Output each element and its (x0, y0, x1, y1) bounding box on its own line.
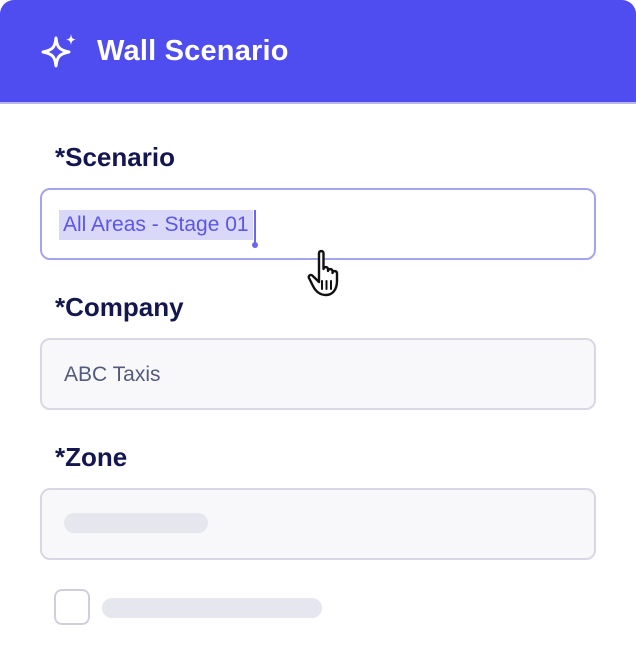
panel-title: Wall Scenario (97, 35, 289, 67)
panel-header: Wall Scenario (0, 0, 636, 102)
zone-label: *Zone (55, 442, 128, 472)
wall-scenario-panel: Wall Scenario *Scenario All Areas - Stag… (0, 0, 636, 664)
zone-input[interactable] (40, 488, 596, 560)
scenario-input-value: All Areas - Stage 01 (59, 210, 253, 240)
option-checkbox[interactable] (54, 589, 90, 625)
hand-pointer-icon (307, 249, 339, 297)
scenario-label: *Scenario (55, 142, 175, 172)
company-label: *Company (55, 292, 184, 322)
company-input[interactable]: ABC Taxis (40, 338, 596, 410)
option-loading-placeholder (102, 598, 322, 618)
zone-loading-placeholder (64, 513, 208, 533)
sparkles-icon (41, 34, 76, 68)
text-caret (252, 210, 258, 248)
company-input-value: ABC Taxis (64, 363, 161, 386)
